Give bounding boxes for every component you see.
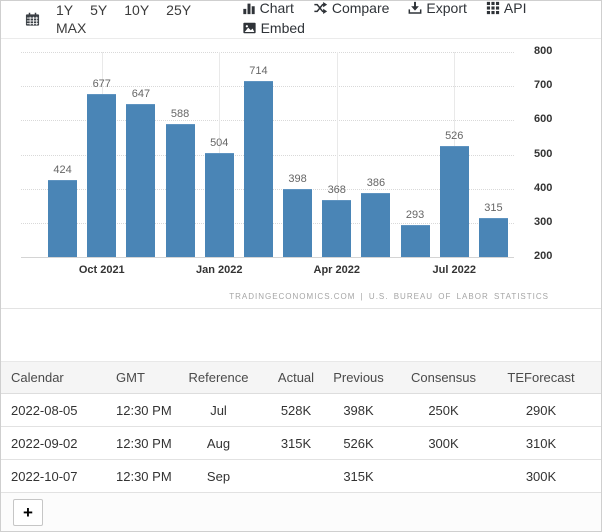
compare-shuffle-icon [313, 1, 328, 15]
bar-value-label: 714 [238, 65, 278, 77]
bar-value-label: 424 [43, 164, 83, 176]
calendar-cell-reference: Jul [176, 394, 261, 427]
embed-image-icon [242, 21, 257, 35]
x-axis-label: Apr 2022 [302, 264, 372, 276]
bar[interactable] [244, 81, 273, 257]
bar[interactable] [126, 104, 155, 257]
bar[interactable] [440, 146, 469, 257]
calendar-cell-reference: Sep [176, 460, 261, 493]
grid-line-horizontal [21, 52, 514, 53]
bar[interactable] [322, 200, 351, 257]
period-button-5y[interactable]: 5Y [90, 2, 107, 18]
column-header-teforecast: TEForecast [501, 362, 602, 394]
calendar-cell-calendar: 2022-10-07 [1, 460, 106, 493]
action-label: Embed [261, 20, 305, 36]
action-label: API [504, 0, 527, 16]
chart-table-gap [1, 309, 601, 361]
bar-value-label: 398 [278, 173, 318, 185]
economic-calendar-table: CalendarGMTReferenceActualPreviousConsen… [1, 361, 602, 493]
chart-toolbar: 1Y 5Y 10Y 25Y MAX Chart Compare Export API Embed [1, 1, 601, 39]
calendar-button[interactable] [25, 12, 40, 27]
table-header-row: CalendarGMTReferenceActualPreviousConsen… [1, 362, 602, 394]
column-header-reference: Reference [176, 362, 261, 394]
calendar-cell-gmt: 12:30 PM [106, 427, 176, 460]
bar-value-label: 315 [473, 202, 513, 214]
calendar-cell-teforecast: 300K [501, 460, 602, 493]
chart-attribution: TRADINGECONOMICS.COM | U.S. BUREAU OF LA… [229, 292, 549, 301]
bar-value-label: 526 [434, 130, 474, 142]
y-axis-label: 600 [534, 113, 564, 125]
column-header-consensus: Consensus [386, 362, 501, 394]
calendar-cell-consensus [386, 460, 501, 493]
column-header-previous: Previous [331, 362, 386, 394]
bar-value-label: 647 [121, 88, 161, 100]
action-label: Export [426, 0, 466, 16]
x-axis-label: Jul 2022 [419, 264, 489, 276]
calendar-cell-gmt: 12:30 PM [106, 394, 176, 427]
payrolls-bar-chart: TRADINGECONOMICS.COM | U.S. BUREAU OF LA… [1, 39, 601, 309]
calendar-cell-teforecast: 290K [501, 394, 602, 427]
period-button-25y[interactable]: 25Y [166, 2, 191, 18]
grid-line-horizontal [21, 257, 514, 258]
y-axis-label: 300 [534, 216, 564, 228]
bar-value-label: 588 [160, 108, 200, 120]
bar-chart-icon [242, 1, 256, 15]
calendar-cell-previous: 315K [331, 460, 386, 493]
expand-calendar-button[interactable]: + [13, 499, 43, 526]
y-axis-label: 400 [534, 182, 564, 194]
bar[interactable] [205, 153, 234, 257]
bar[interactable] [87, 94, 116, 257]
column-header-calendar: Calendar [1, 362, 106, 394]
calendar-cell-consensus: 300K [386, 427, 501, 460]
bar[interactable] [479, 218, 508, 257]
export-button[interactable]: Export [408, 0, 466, 16]
calendar-cell-previous: 398K [331, 394, 386, 427]
calendar-cell-previous: 526K [331, 427, 386, 460]
chart-button[interactable]: Chart [242, 0, 294, 16]
bar[interactable] [401, 225, 430, 257]
calendar-icon [25, 12, 40, 27]
calendar-cell-actual: 315K [261, 427, 331, 460]
column-header-gmt: GMT [106, 362, 176, 394]
calendar-cell-actual [261, 460, 331, 493]
trading-economics-widget: 1Y 5Y 10Y 25Y MAX Chart Compare Export API Embed… [0, 0, 602, 532]
calendar-row[interactable]: 2022-08-0512:30 PMJul528K398K250K290K [1, 394, 602, 427]
calendar-cell-teforecast: 310K [501, 427, 602, 460]
calendar-cell-consensus: 250K [386, 394, 501, 427]
calendar-row[interactable]: 2022-10-0712:30 PMSep 315K 300K [1, 460, 602, 493]
table-footer: + [1, 493, 601, 532]
period-button-max[interactable]: MAX [56, 20, 86, 36]
y-axis-label: 700 [534, 79, 564, 91]
api-button[interactable]: API [486, 0, 527, 16]
calendar-cell-calendar: 2022-08-05 [1, 394, 106, 427]
calendar-cell-actual: 528K [261, 394, 331, 427]
bar[interactable] [283, 189, 312, 257]
calendar-row[interactable]: 2022-09-0212:30 PMAug315K526K300K310K [1, 427, 602, 460]
bar-value-label: 677 [82, 78, 122, 90]
calendar-cell-calendar: 2022-09-02 [1, 427, 106, 460]
bar-value-label: 504 [199, 137, 239, 149]
bar-value-label: 386 [356, 177, 396, 189]
y-axis-label: 500 [534, 148, 564, 160]
bar-value-label: 368 [317, 184, 357, 196]
compare-button[interactable]: Compare [313, 0, 390, 16]
bar[interactable] [166, 124, 195, 257]
bar[interactable] [48, 180, 77, 257]
x-axis-label: Oct 2021 [67, 264, 137, 276]
period-button-1y[interactable]: 1Y [56, 2, 73, 18]
action-label: Chart [260, 0, 294, 16]
x-axis-label: Jan 2022 [184, 264, 254, 276]
y-axis-label: 200 [534, 250, 564, 262]
calendar-cell-gmt: 12:30 PM [106, 460, 176, 493]
bar[interactable] [361, 193, 390, 257]
period-button-10y[interactable]: 10Y [124, 2, 149, 18]
column-header-actual: Actual [261, 362, 331, 394]
calendar-cell-reference: Aug [176, 427, 261, 460]
embed-button[interactable]: Embed [242, 20, 305, 36]
api-grid-icon [486, 1, 500, 15]
y-axis-label: 800 [534, 45, 564, 57]
export-download-icon [408, 1, 422, 15]
action-label: Compare [332, 0, 390, 16]
bar-value-label: 293 [395, 209, 435, 221]
